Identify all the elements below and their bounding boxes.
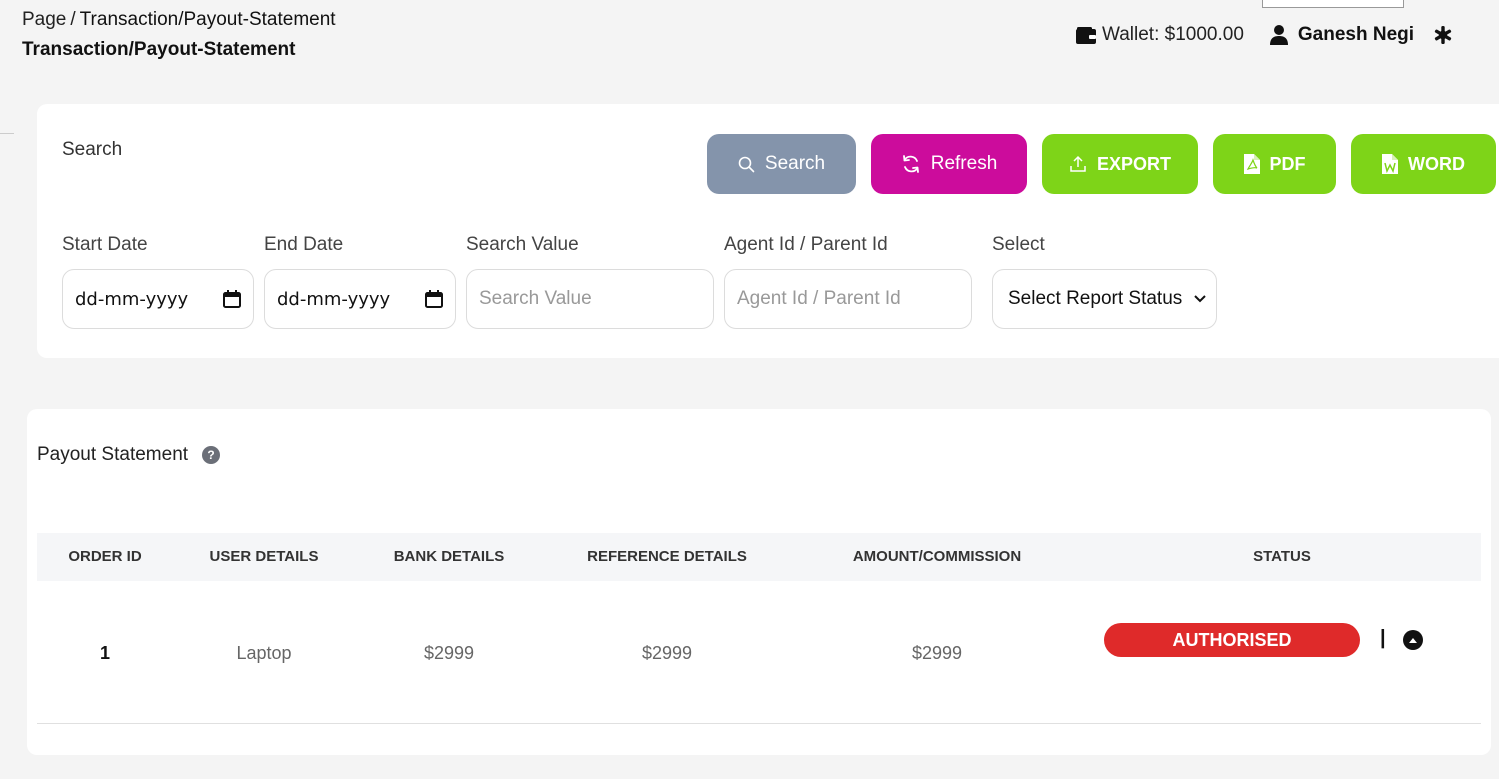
- payout-statement-card: Payout Statement ? ORDER ID USER DETAILS…: [27, 409, 1491, 755]
- calendar-icon[interactable]: [425, 290, 443, 308]
- reference-details-cell: $2999: [641, 643, 693, 663]
- export-button[interactable]: EXPORT: [1042, 134, 1198, 194]
- table-header: ORDER ID USER DETAILS BANK DETAILS REFER…: [37, 533, 1481, 581]
- search-value-label: Search Value: [466, 234, 579, 255]
- action-separator: |: [1380, 627, 1386, 649]
- user-menu[interactable]: Ganesh Negi: [1269, 24, 1415, 46]
- breadcrumb-current: Transaction/Payout-Statement: [79, 9, 336, 30]
- header-right: Wallet: $1000.00 Ganesh Negi: [1076, 22, 1452, 48]
- pdf-file-icon: [1243, 154, 1260, 174]
- word-button-label: WORD: [1408, 153, 1465, 174]
- wallet-icon: [1076, 26, 1096, 44]
- column-header: ORDER ID: [68, 548, 142, 565]
- end-date-value: dd-mm-yyyy: [277, 288, 391, 310]
- wallet-balance: Wallet: $1000.00: [1076, 24, 1244, 46]
- agent-id-placeholder: Agent Id / Parent Id: [737, 288, 901, 309]
- bank-details-cell: $2999: [423, 643, 475, 663]
- report-status-value: Select Report Status: [1008, 288, 1183, 309]
- column-header: AMOUNT/COMMISSION: [852, 548, 1022, 565]
- refresh-icon: [902, 155, 919, 173]
- search-panel-label: Search: [62, 139, 123, 160]
- help-icon[interactable]: ?: [202, 446, 221, 464]
- left-divider: [0, 133, 14, 134]
- table-title: Payout Statement ?: [37, 444, 221, 466]
- search-panel: Search Search Refresh EXPORT PDF WORD St…: [37, 104, 1499, 358]
- expand-row-button[interactable]: [1403, 630, 1423, 650]
- refresh-button-label: Refresh: [930, 153, 998, 174]
- search-button-label: Search: [764, 153, 826, 174]
- search-icon: [738, 156, 755, 172]
- order-id-cell: 1: [99, 643, 111, 663]
- export-button-label: EXPORT: [1096, 153, 1171, 174]
- breadcrumb: Page / Transaction/Payout-Statement: [22, 9, 336, 31]
- agent-id-input[interactable]: Agent Id / Parent Id: [724, 269, 972, 329]
- start-date-input[interactable]: dd-mm-yyyy: [62, 269, 254, 329]
- breadcrumb-root[interactable]: Page: [22, 9, 66, 30]
- upload-icon: [1070, 155, 1086, 172]
- column-header: USER DETAILS: [209, 548, 319, 565]
- start-date-label: Start Date: [62, 234, 148, 255]
- chevron-up-icon: [1409, 637, 1417, 643]
- search-button[interactable]: Search: [707, 134, 856, 194]
- page-title: Transaction/Payout-Statement: [22, 39, 296, 60]
- table-title-label: Payout Statement: [37, 444, 189, 465]
- chevron-down-icon: [1194, 295, 1206, 303]
- wallet-label: Wallet: $1000.00: [1102, 24, 1244, 45]
- column-header: STATUS: [1253, 548, 1311, 565]
- status-badge[interactable]: AUTHORISED: [1104, 623, 1360, 657]
- top-stub: [1262, 0, 1404, 8]
- agent-id-label: Agent Id / Parent Id: [724, 234, 888, 255]
- user-name: Ganesh Negi: [1297, 24, 1415, 45]
- search-value-input[interactable]: Search Value: [466, 269, 714, 329]
- word-button[interactable]: WORD: [1351, 134, 1496, 194]
- start-date-value: dd-mm-yyyy: [75, 288, 189, 310]
- end-date-input[interactable]: dd-mm-yyyy: [264, 269, 456, 329]
- word-file-icon: [1382, 154, 1398, 174]
- end-date-label: End Date: [264, 234, 344, 255]
- column-header: BANK DETAILS: [393, 548, 505, 565]
- report-status-label: Select: [992, 234, 1045, 255]
- user-details-cell: Laptop: [236, 643, 292, 663]
- user-icon: [1269, 25, 1288, 45]
- column-header: REFERENCE DETAILS: [587, 548, 747, 565]
- settings-button[interactable]: [1434, 26, 1452, 44]
- pdf-button[interactable]: PDF: [1213, 134, 1336, 194]
- calendar-icon[interactable]: [223, 290, 241, 308]
- search-value-placeholder: Search Value: [479, 288, 592, 309]
- gear-icon: [1434, 26, 1452, 44]
- pdf-button-label: PDF: [1269, 153, 1306, 174]
- amount-commission-cell: $2999: [911, 643, 963, 663]
- refresh-button[interactable]: Refresh: [871, 134, 1027, 194]
- report-status-select[interactable]: Select Report Status: [992, 269, 1217, 329]
- table-row: 1 Laptop $2999 $2999 $2999 AUTHORISED |: [37, 581, 1481, 724]
- breadcrumb-separator: /: [70, 9, 76, 30]
